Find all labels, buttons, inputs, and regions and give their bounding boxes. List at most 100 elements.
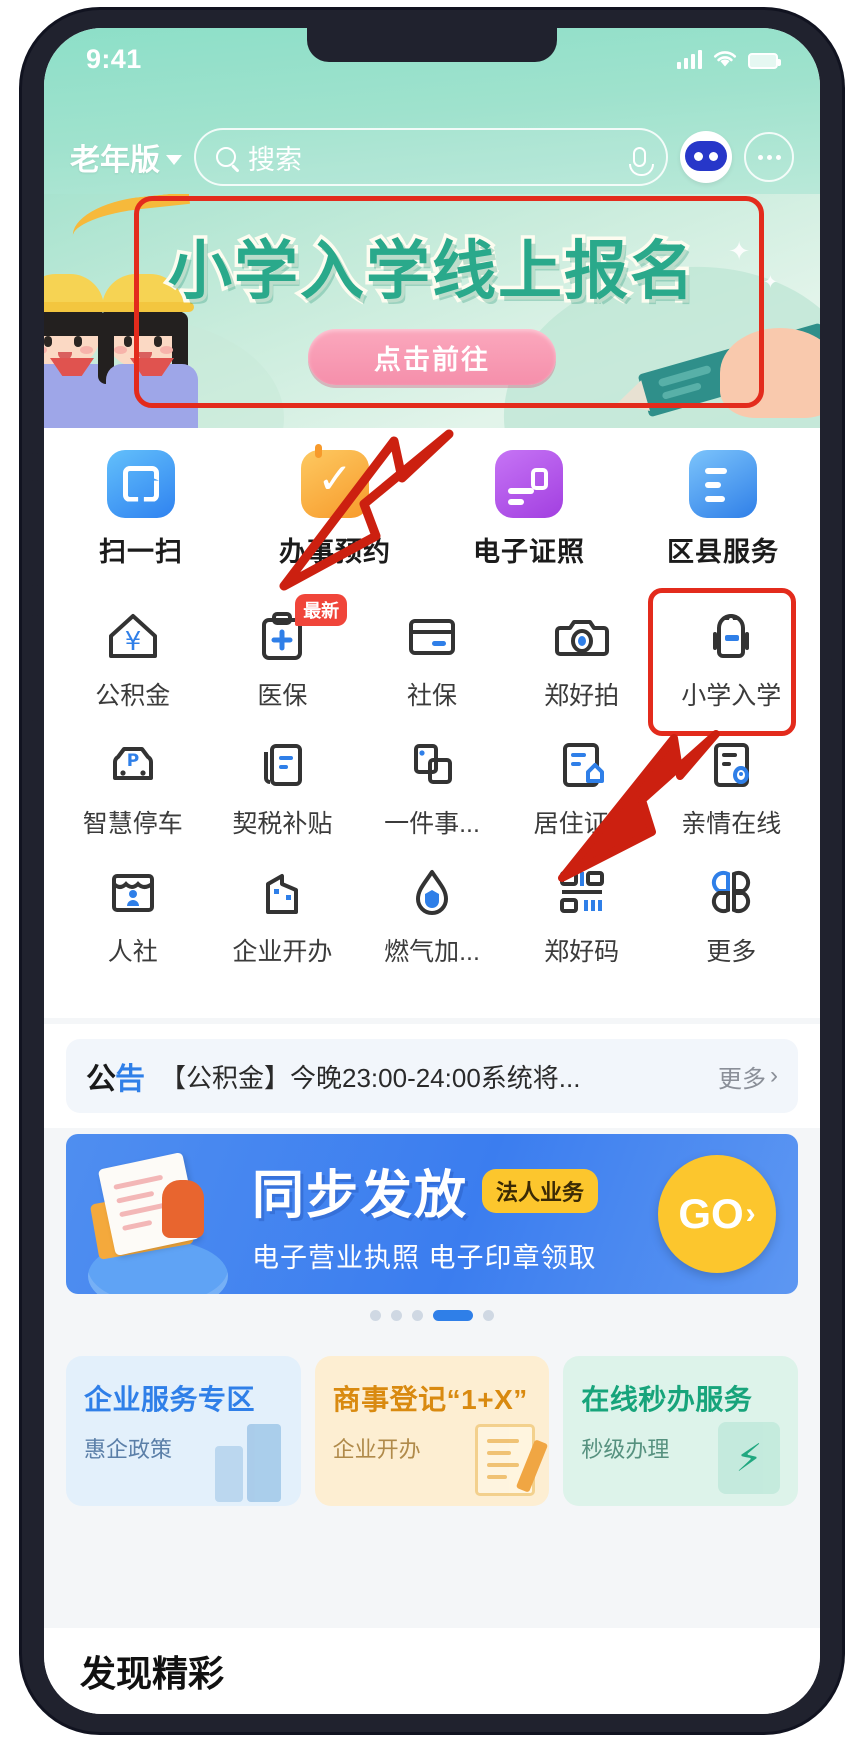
announcement-bar[interactable]: 公告 【公积金】今晚23:00-24:00系统将... 更多 › xyxy=(44,1024,820,1128)
phone-button-mute[interactable] xyxy=(30,390,40,454)
card-title: 商事登记“1+X” xyxy=(332,1384,528,1415)
service-item-gongjijin[interactable]: ¥ 公积金 xyxy=(58,596,208,712)
promo-text-block: 同步发放 法人业务 电子营业执照 电子印章领取 xyxy=(246,1153,658,1275)
footer-peek-text: 发现精彩 xyxy=(80,1653,225,1694)
more-dots-icon[interactable] xyxy=(744,132,794,182)
quick-action-appointment[interactable]: 办事预约 xyxy=(238,443,432,569)
service-item-yijianshi[interactable]: 一件事... xyxy=(357,724,507,840)
announcement-more-link[interactable]: 更多 › xyxy=(718,1059,778,1094)
card-business-registration[interactable]: 商事登记“1+X” 企业开办 xyxy=(314,1356,550,1506)
cellular-signal-icon xyxy=(677,49,702,69)
tax-document-icon xyxy=(252,734,312,794)
promo-badge: 法人业务 xyxy=(482,1168,599,1213)
promo-illustration xyxy=(66,1134,246,1294)
carousel-dot[interactable] xyxy=(412,1310,423,1321)
company-building-icon xyxy=(252,862,312,922)
kid-illustration-2 xyxy=(92,274,198,428)
service-item-ranqijia[interactable]: 燃气加... xyxy=(357,852,507,968)
district-service-icon xyxy=(689,449,757,518)
service-item-zhihuitingche[interactable]: P 智慧停车 xyxy=(58,724,208,840)
residence-permit-icon xyxy=(552,734,612,794)
chevron-right-icon: › xyxy=(770,1062,778,1089)
quick-action-label: 扫一扫 xyxy=(99,536,183,567)
card-title: 在线秒办服务 xyxy=(581,1384,753,1415)
service-item-qiyekaiban[interactable]: 企业开办 xyxy=(208,852,358,968)
form-pen-icon xyxy=(461,1416,549,1502)
quick-action-scan[interactable]: 扫一扫 xyxy=(44,449,238,569)
hero-banner-title: 小学入学线上报名 xyxy=(165,232,698,313)
new-badge: 最新 xyxy=(295,594,348,626)
service-item-label: 居住证... xyxy=(533,810,630,838)
stacked-pages-icon xyxy=(402,734,462,794)
service-item-renshe[interactable]: 人社 xyxy=(58,852,208,968)
human-resources-icon xyxy=(103,862,163,922)
service-item-label: 郑好拍 xyxy=(544,682,620,710)
service-item-qinqingzaixian[interactable]: 亲情在线 xyxy=(656,724,806,840)
announcement-inner: 公告 【公积金】今晚23:00-24:00系统将... 更多 › xyxy=(66,1039,798,1113)
service-grid-section: ¥ 公积金 最新 医保 社保 郑好拍 小学入学 P 智慧停车 契税补贴 一件事.… xyxy=(44,580,820,1018)
search-input[interactable]: 搜索 xyxy=(194,128,668,186)
service-item-label: 亲情在线 xyxy=(681,810,782,838)
service-grid: ¥ 公积金 最新 医保 社保 郑好拍 小学入学 P 智慧停车 契税补贴 一件事.… xyxy=(58,594,806,968)
gas-flame-icon xyxy=(402,862,462,922)
card-enterprise-service[interactable]: 企业服务专区 惠企政策 xyxy=(66,1356,301,1506)
phone-button-volume-down[interactable] xyxy=(30,615,40,721)
service-item-label: 契税补贴 xyxy=(232,810,333,838)
quick-action-label: 电子证照 xyxy=(473,536,585,567)
phone-button-power[interactable] xyxy=(824,510,834,660)
service-item-xiaoxueruxue[interactable]: 小学入学 xyxy=(656,596,806,712)
service-item-shebao[interactable]: 社保 xyxy=(357,596,507,712)
service-item-label: 公积金 xyxy=(95,682,171,710)
quick-action-label: 办事预约 xyxy=(279,536,391,567)
camera-icon xyxy=(552,606,612,666)
service-item-label: 燃气加... xyxy=(384,938,480,966)
service-item-more[interactable]: 更多 xyxy=(656,852,806,968)
announcement-more-label: 更多 xyxy=(718,1065,766,1093)
footer-peek-section[interactable]: 发现精彩 xyxy=(44,1628,820,1714)
carousel-dot[interactable] xyxy=(391,1310,402,1321)
parking-car-icon: P xyxy=(103,734,163,794)
card-title: 企业服务专区 xyxy=(84,1384,256,1415)
status-icons xyxy=(677,49,781,69)
service-item-label: 郑好码 xyxy=(544,938,620,966)
service-item-label: 人社 xyxy=(107,938,158,966)
version-selector[interactable]: 老年版 xyxy=(70,135,182,179)
promo-go-button[interactable]: GO xyxy=(658,1155,776,1273)
service-item-label: 一件事... xyxy=(384,810,480,838)
app-header: 老年版 搜索 xyxy=(44,120,820,194)
service-item-juzhuzheng[interactable]: 居住证... xyxy=(507,724,657,840)
service-item-qishuibutie[interactable]: 契税补贴 xyxy=(208,724,358,840)
buildings-icon xyxy=(213,1416,291,1502)
quick-action-e-license[interactable]: 电子证照 xyxy=(432,449,626,569)
promo-banner[interactable]: 同步发放 法人业务 电子营业执照 电子印章领取 GO xyxy=(66,1134,798,1294)
service-item-zhenghaoma[interactable]: 郑好码 xyxy=(507,852,657,968)
svg-text:¥: ¥ xyxy=(125,627,142,657)
phone-screen: 9:41 老年版 搜索 ✦ ✦ 小学入学线上报名 点击前往 扫一扫 ✓ 办事预约… xyxy=(44,28,820,1714)
bottom-cards: 企业服务专区 惠企政策 商事登记“1+X” 企业开办 在线秒办服务 秒级办理 ⚡ xyxy=(66,1356,799,1506)
card-instant-service[interactable]: 在线秒办服务 秒级办理 ⚡ xyxy=(563,1356,799,1506)
scan-qr-icon xyxy=(107,449,175,518)
battery-icon xyxy=(748,53,781,69)
house-yuan-icon: ¥ xyxy=(103,606,163,666)
service-item-zhenghaopai[interactable]: 郑好拍 xyxy=(507,596,657,712)
carousel-dot[interactable] xyxy=(483,1310,494,1321)
service-item-label: 更多 xyxy=(706,938,757,966)
status-time: 9:41 xyxy=(86,43,142,74)
svg-text:P: P xyxy=(127,751,139,771)
quick-action-district[interactable]: 区县服务 xyxy=(626,449,820,569)
microphone-icon[interactable] xyxy=(629,147,654,176)
hero-banner-button[interactable]: 点击前往 xyxy=(308,329,556,385)
social-security-card-icon xyxy=(402,606,462,666)
carousel-dots[interactable] xyxy=(44,1310,820,1321)
service-item-label: 小学入学 xyxy=(681,682,782,710)
carousel-dot-active[interactable] xyxy=(433,1310,473,1321)
hero-banner[interactable]: ✦ ✦ 小学入学线上报名 点击前往 xyxy=(44,194,820,428)
phone-button-volume-up[interactable] xyxy=(30,480,40,586)
wifi-icon xyxy=(713,51,737,67)
carousel-dot[interactable] xyxy=(370,1310,381,1321)
search-icon xyxy=(216,147,236,167)
search-placeholder: 搜索 xyxy=(248,144,302,175)
service-item-yibao[interactable]: 最新 医保 xyxy=(208,594,358,712)
robot-assistant-icon[interactable] xyxy=(680,131,732,183)
more-grid-icon xyxy=(701,862,761,922)
